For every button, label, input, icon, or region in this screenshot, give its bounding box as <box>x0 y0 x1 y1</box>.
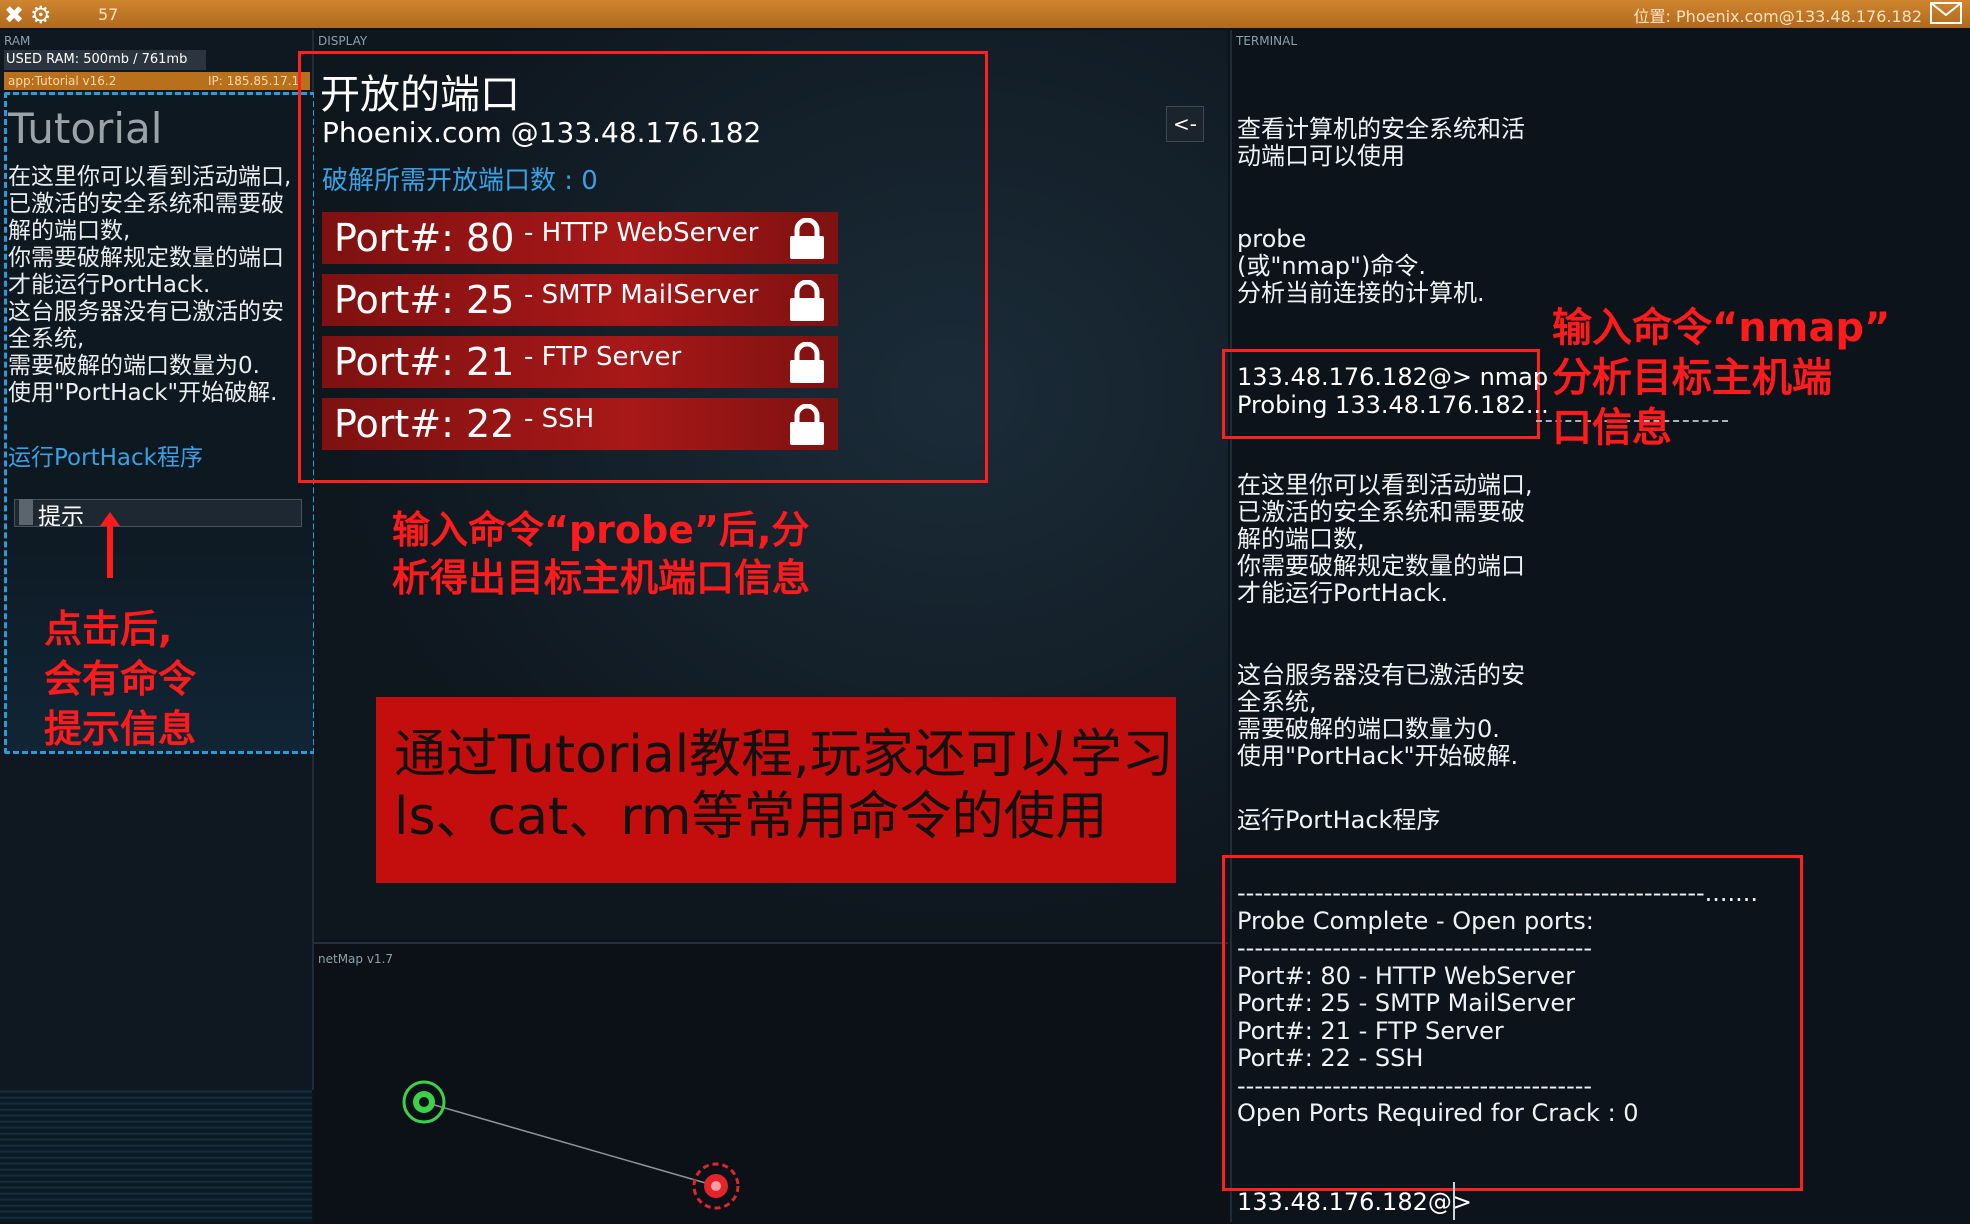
probe-result: ----------------------------------------… <box>1237 879 1759 1127</box>
mail-icon[interactable] <box>1930 2 1962 24</box>
app-bar[interactable]: app:Tutorial v16.2 IP: 185.85.17.1 <box>4 72 310 90</box>
port-row[interactable]: Port#: 25 - SMTP MailServer <box>322 274 838 326</box>
hint-label: 提示 <box>38 504 84 530</box>
netmap-graph <box>402 1080 740 1210</box>
terminal-intro: 查看计算机的安全系统和活 动端口可以使用 <box>1237 115 1525 170</box>
hint-annotation: 点击后, 会有命令 提示信息 <box>44 607 197 751</box>
target-host: Phoenix.com @133.48.176.182 <box>322 116 762 149</box>
port-number: Port#: 80 <box>334 216 515 260</box>
terminal-run-porthack: 运行PortHack程序 <box>1237 806 1441 834</box>
port-number: Port#: 22 <box>334 402 515 446</box>
port-row[interactable]: Port#: 21 - FTP Server <box>322 336 838 388</box>
terminal-cursor <box>1453 1182 1455 1220</box>
top-bar: ✖ ⚙ 57 位置: Phoenix.com@133.48.176.182 <box>0 0 1970 29</box>
terminal-command: 133.48.176.182@> nmap Probing 133.48.176… <box>1237 363 1549 419</box>
lock-icon <box>790 280 824 321</box>
app-name: app:Tutorial v16.2 <box>8 74 117 88</box>
tutorial-body: 在这里你可以看到活动端口, 已激活的安全系统和需要破 解的端口数, 你需要破解规… <box>8 164 292 406</box>
run-porthack-link[interactable]: 运行PortHack程序 <box>8 438 203 472</box>
app-ip: IP: 185.85.17.1 <box>208 74 300 88</box>
location-text: 位置: Phoenix.com@133.48.176.182 <box>1633 7 1922 26</box>
terminal-ports-info: 在这里你可以看到活动端口, 已激活的安全系统和需要破 解的端口数, 你需要破解规… <box>1237 471 1533 607</box>
port-number: Port#: 25 <box>334 278 515 322</box>
lock-icon <box>790 404 824 445</box>
port-service: - HTTP WebServer <box>524 218 759 248</box>
port-service: - SSH <box>524 404 595 434</box>
open-ports-title: 开放的端口 <box>320 72 520 118</box>
terminal-security-info: 这台服务器没有已激活的安 全系统, 需要破解的端口数量为0. 使用"PortHa… <box>1237 661 1525 770</box>
port-service: - SMTP MailServer <box>524 280 759 310</box>
close-icon[interactable]: ✖ <box>4 1 24 29</box>
node-link <box>423 1101 717 1187</box>
ram-static-noise <box>0 1090 312 1222</box>
port-service: - FTP Server <box>524 342 682 372</box>
probe-annotation: 输入命令“probe”后,分 析得出目标主机端口信息 <box>392 508 811 600</box>
display-label: DISPLAY <box>318 34 368 48</box>
gear-icon[interactable]: ⚙ <box>30 1 52 29</box>
target-node-icon[interactable] <box>692 1162 740 1210</box>
banner-text: 通过Tutorial教程,玩家还可以学习ls、cat、rm等常用命令的使用 <box>394 725 1174 847</box>
port-number: Port#: 21 <box>334 340 515 384</box>
terminal-label: TERMINAL <box>1236 34 1298 48</box>
required-ports: 破解所需开放端口数 : 0 <box>322 166 598 196</box>
ram-usage-bar: USED RAM: 500mb / 761mb <box>4 50 206 70</box>
nmap-annotation: 输入命令“nmap” 分析目标主机端 口信息 <box>1552 305 1891 451</box>
home-node-icon[interactable] <box>402 1080 446 1124</box>
lock-icon <box>790 218 824 259</box>
tutorial-title: Tutorial <box>8 104 163 153</box>
back-button[interactable]: <- <box>1166 106 1204 142</box>
top-counter: 57 <box>98 5 119 24</box>
terminal-prompt[interactable]: 133.48.176.182@> <box>1237 1188 1472 1216</box>
arrow-up-icon <box>100 512 120 578</box>
ram-label: RAM <box>4 34 31 48</box>
port-row[interactable]: Port#: 80 - HTTP WebServer <box>322 212 838 264</box>
terminal-probe-help: probe (或"nmap")命令. 分析当前连接的计算机. <box>1237 225 1485 307</box>
lock-icon <box>790 342 824 383</box>
port-row[interactable]: Port#: 22 - SSH <box>322 398 838 450</box>
